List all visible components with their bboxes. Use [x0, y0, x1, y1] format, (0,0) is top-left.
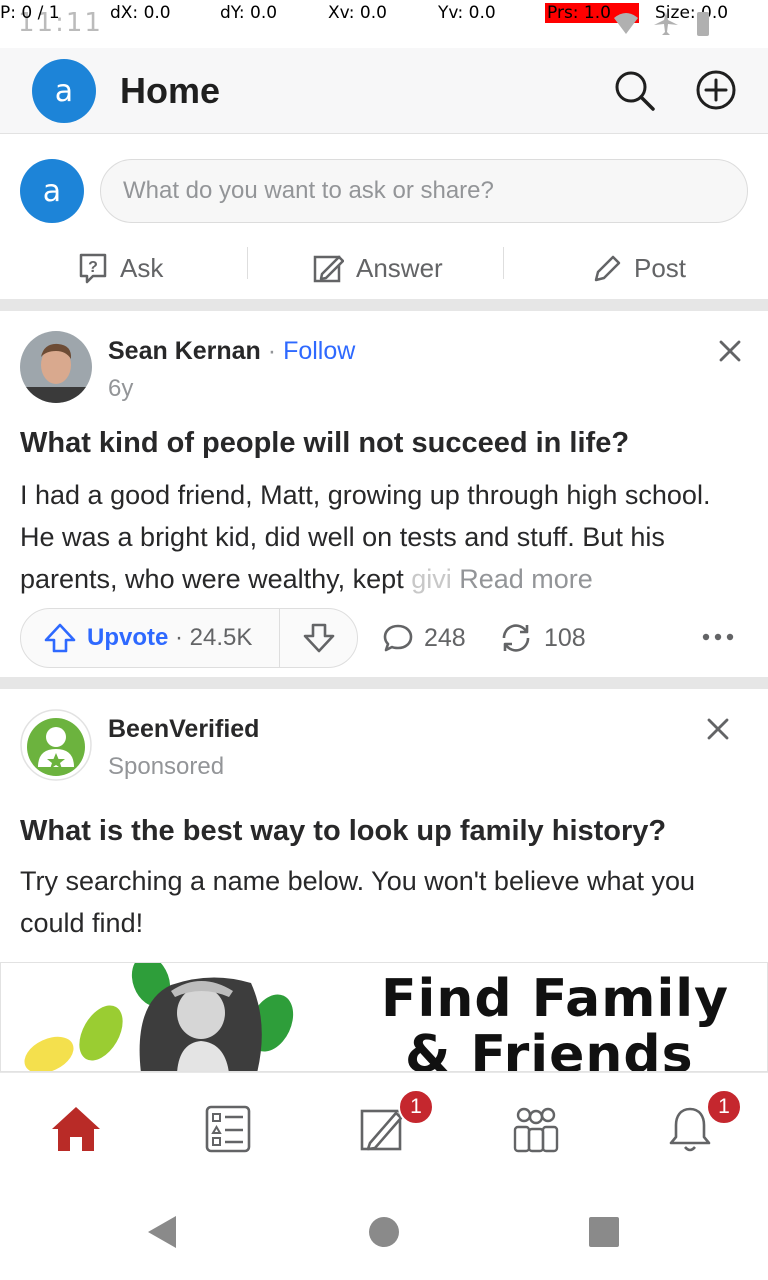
app-header: a Home — [0, 48, 768, 134]
upvote-label: Upvote — [87, 624, 169, 651]
ask-label: Ask — [120, 252, 164, 283]
section-divider — [0, 299, 768, 311]
shares-count: 108 — [544, 623, 586, 652]
advertiser-name[interactable]: BeenVerified — [108, 715, 259, 744]
read-more-link[interactable]: Read more — [452, 564, 593, 594]
more-options-icon[interactable] — [700, 627, 736, 647]
nav-notifications-badge: 1 — [706, 1089, 742, 1125]
post-icon — [594, 255, 621, 282]
home-circle-icon[interactable] — [368, 1216, 400, 1248]
airplane-icon — [654, 12, 678, 35]
wifi-icon — [614, 13, 638, 34]
upvote-icon — [44, 623, 76, 653]
meta-separator: · — [260, 337, 284, 365]
composer-avatar[interactable]: a — [20, 159, 84, 223]
sponsored-label: Sponsored — [108, 753, 225, 780]
upvote-count: · 24.5K — [175, 624, 253, 651]
ad-banner-image[interactable]: Find Family & Friends — [0, 962, 768, 1072]
answer-preview[interactable]: I had a good friend, Matt, growing up th… — [20, 474, 750, 600]
answer-text: I had a good friend, Matt, growing up th… — [20, 480, 711, 594]
ask-composer: a What do you want to ask or share? ? As… — [0, 135, 768, 300]
close-icon[interactable] — [704, 715, 732, 743]
comment-icon — [383, 624, 413, 652]
debug-dy: dY: 0.0 — [220, 3, 278, 23]
nav-notifications[interactable]: 1 — [660, 1089, 742, 1159]
share-icon — [502, 624, 530, 652]
ask-share-input[interactable]: What do you want to ask or share? — [100, 159, 748, 223]
section-divider — [0, 677, 768, 689]
debug-dx: dX: 0.0 — [110, 3, 171, 23]
ad-headline: Find Family & Friends — [381, 969, 729, 1072]
nav-home-icon[interactable] — [46, 1099, 106, 1159]
add-icon[interactable] — [694, 68, 738, 112]
ask-button[interactable]: ? Ask — [78, 243, 163, 293]
back-icon[interactable] — [144, 1214, 180, 1250]
post-author-line: Sean Kernan · Follow — [108, 337, 355, 366]
ad-question-title[interactable]: What is the best way to look up family h… — [20, 815, 666, 848]
nav-spaces-icon[interactable] — [506, 1099, 566, 1159]
answer-button[interactable]: Answer — [312, 243, 443, 293]
comments-button[interactable]: 248 — [382, 608, 466, 668]
ad-headline-line-2: & Friends — [405, 1025, 694, 1072]
share-button[interactable]: 108 — [498, 608, 586, 668]
close-icon[interactable] — [716, 337, 744, 365]
debug-xv: Xv: 0.0 — [328, 3, 387, 23]
action-divider — [247, 247, 248, 279]
author-avatar[interactable] — [20, 331, 92, 403]
downvote-button[interactable] — [280, 609, 358, 667]
search-icon[interactable] — [612, 68, 656, 112]
status-bar: 11:11 P: 0 / 1 dX: 0.0 dY: 0.0 Xv: 0.0 Y… — [0, 0, 768, 38]
ad-headline-line-1: Find Family — [381, 969, 729, 1029]
upvote-button[interactable]: Upvote · 24.5K — [21, 609, 279, 667]
post-age: 6y — [108, 375, 134, 402]
answer-icon — [313, 255, 344, 283]
question-title[interactable]: What kind of people will not succeed in … — [20, 427, 629, 460]
nav-answer[interactable]: 1 — [352, 1089, 434, 1159]
ad-illustration — [24, 963, 294, 1071]
nav-following-icon[interactable] — [198, 1099, 258, 1159]
vote-control: Upvote · 24.5K — [20, 608, 358, 668]
page-title: Home — [120, 70, 221, 111]
feed-post-card: Sean Kernan · Follow 6y What kind of peo… — [0, 311, 768, 677]
answer-label: Answer — [356, 252, 443, 283]
post-button[interactable]: Post — [592, 243, 686, 293]
bottom-navigation: 1 1 — [0, 1072, 768, 1182]
sponsored-card: BeenVerified Sponsored What is the best … — [0, 689, 768, 1072]
debug-pointer: P: 0 / 1 — [0, 3, 60, 23]
answer-text-fade: givi — [411, 564, 452, 594]
follow-button[interactable]: Follow — [283, 337, 355, 365]
comments-count: 248 — [424, 623, 466, 652]
ad-body-text[interactable]: Try searching a name below. You won't be… — [20, 860, 720, 944]
downvote-icon — [303, 623, 335, 653]
nav-answer-badge: 1 — [398, 1089, 434, 1125]
system-navigation-bar — [0, 1182, 768, 1280]
svg-text:?: ? — [88, 259, 98, 276]
action-divider — [503, 247, 504, 279]
debug-yv: Yv: 0.0 — [438, 3, 496, 23]
battery-icon — [697, 12, 709, 36]
author-name[interactable]: Sean Kernan — [108, 337, 261, 365]
post-label: Post — [634, 252, 687, 283]
profile-avatar[interactable]: a — [32, 59, 96, 123]
ask-icon: ? — [79, 253, 107, 284]
recents-icon[interactable] — [588, 1216, 620, 1248]
advertiser-logo[interactable] — [20, 709, 92, 781]
